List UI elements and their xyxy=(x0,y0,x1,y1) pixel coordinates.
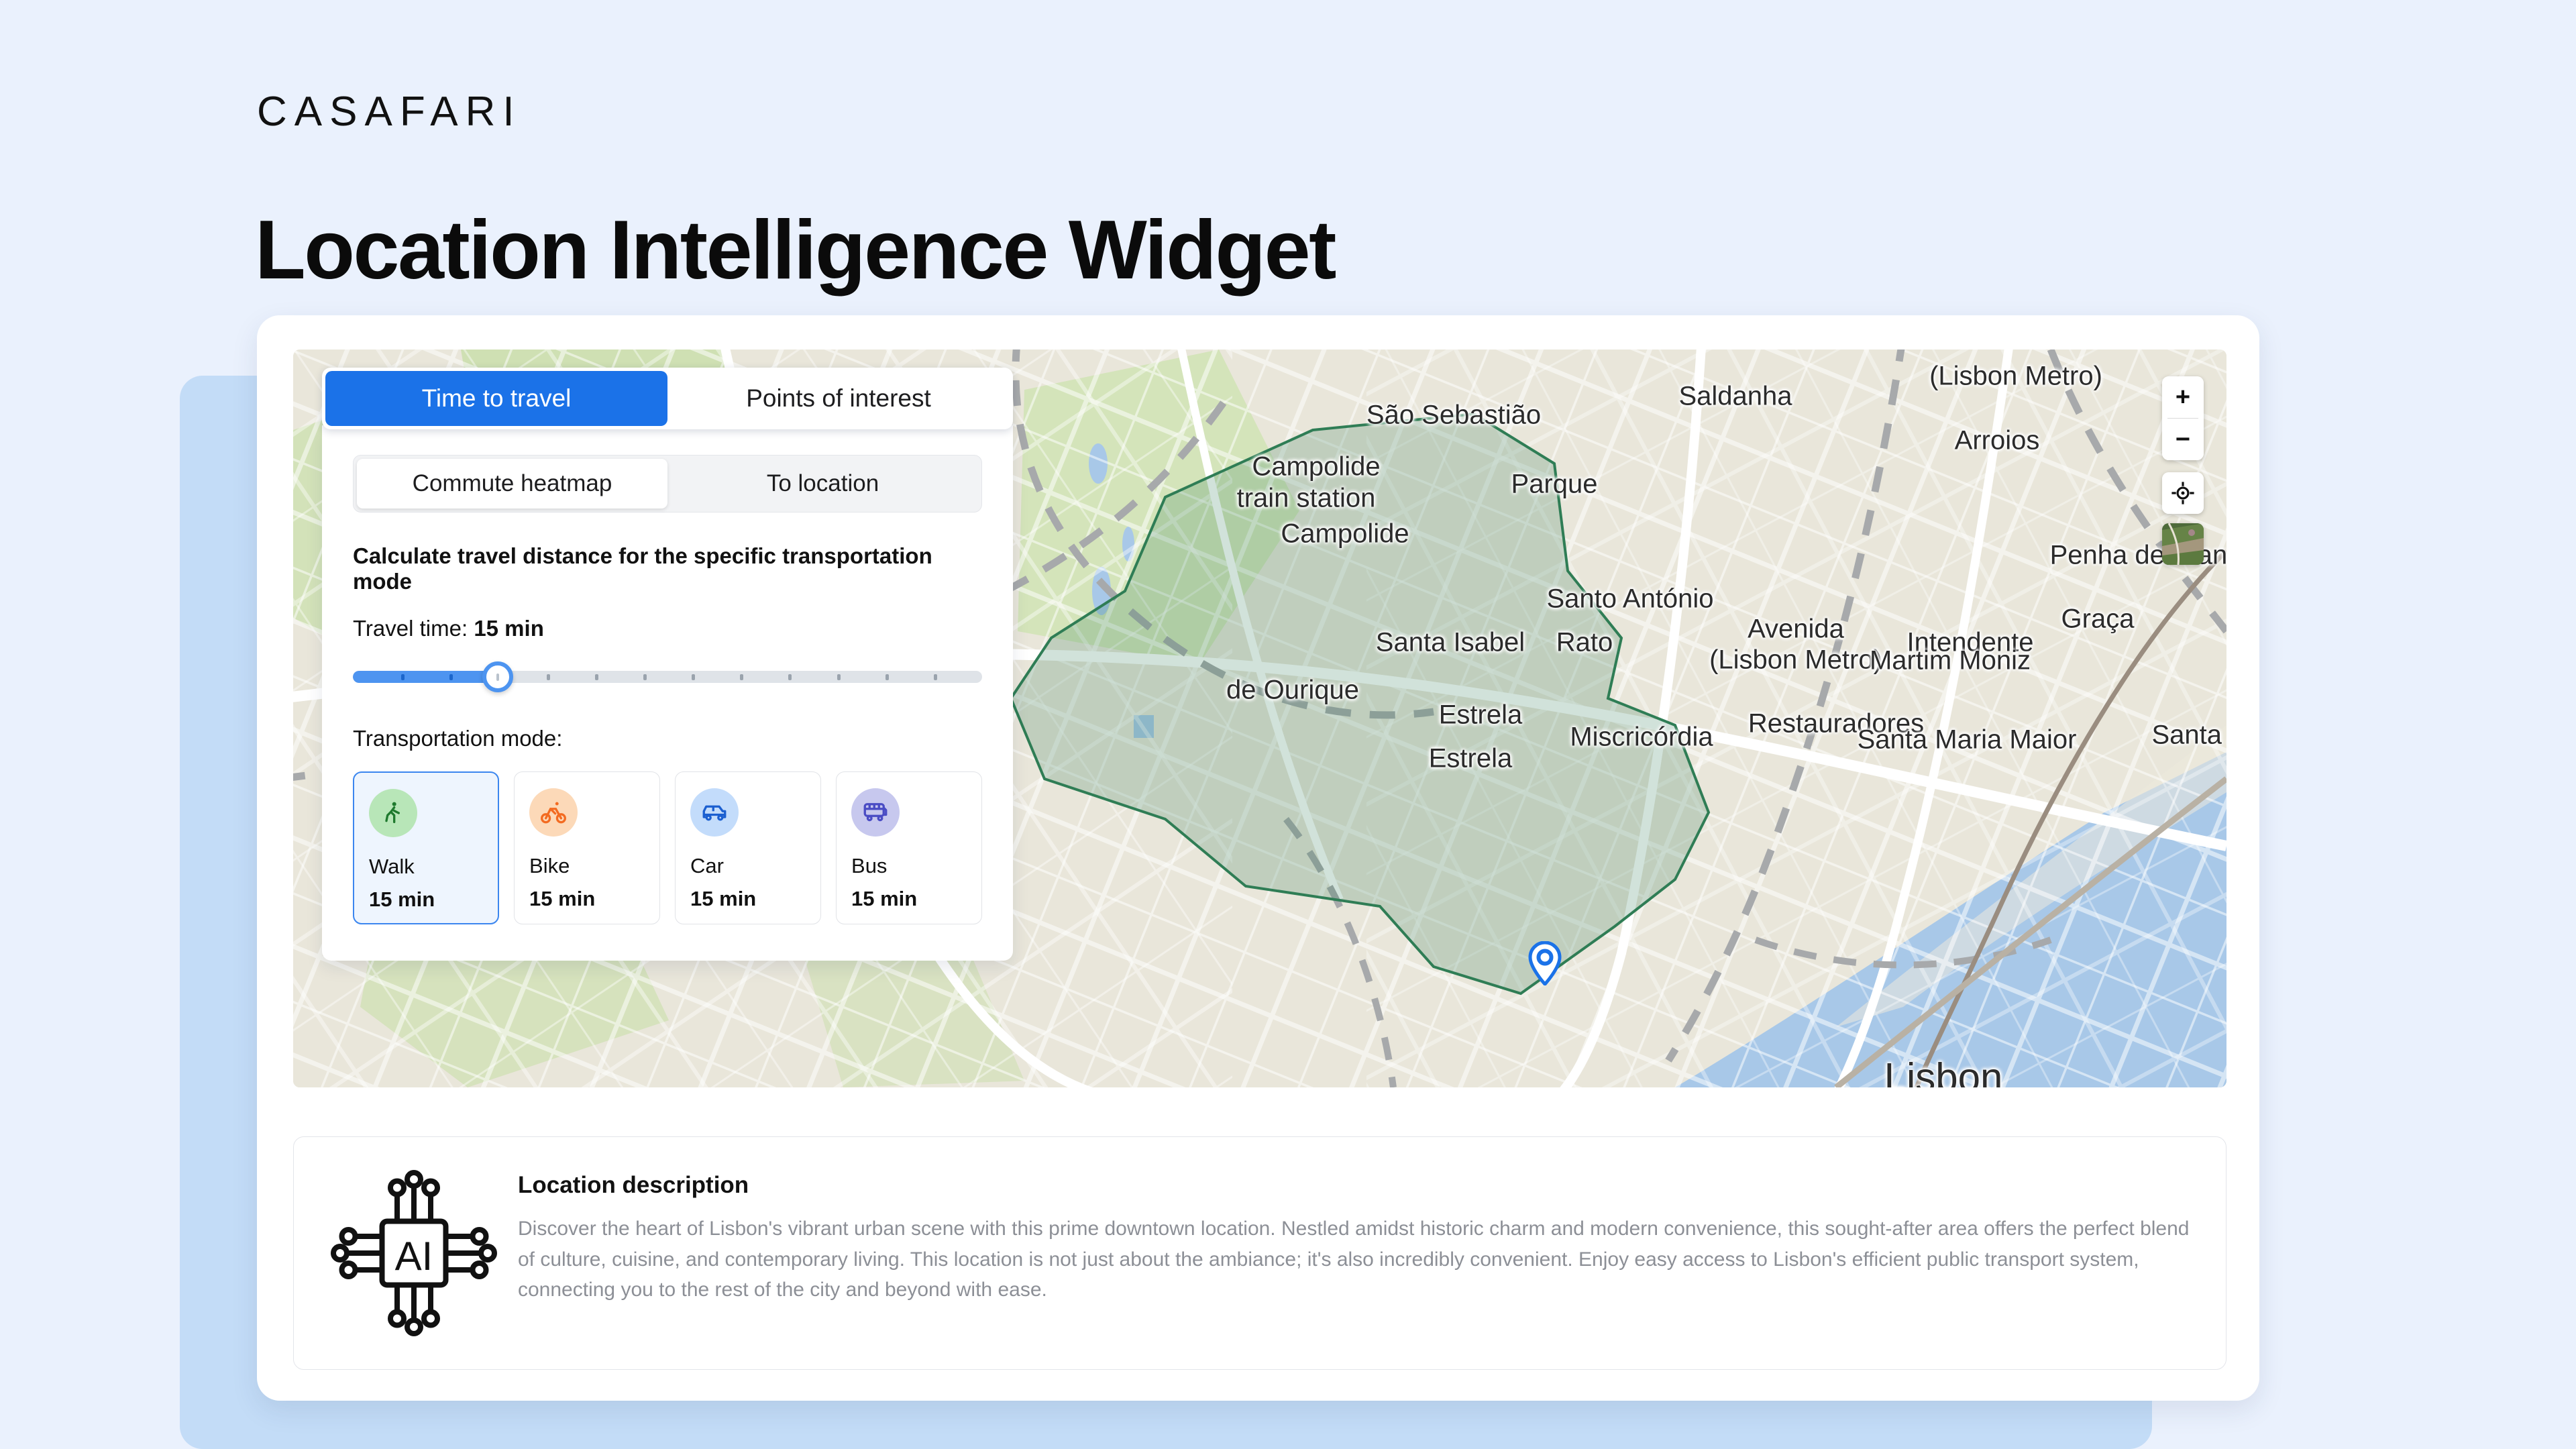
map-label: Campolide xyxy=(1281,519,1409,549)
transport-mode-walk[interactable]: Walk 15 min xyxy=(353,771,500,924)
map-label: Lisbon xyxy=(1884,1055,2003,1088)
slider-thumb[interactable] xyxy=(482,661,513,692)
locate-icon xyxy=(2162,472,2204,514)
transport-mode-time: 15 min xyxy=(690,887,757,910)
car-icon xyxy=(690,788,739,837)
transport-mode-time: 15 min xyxy=(529,887,596,910)
page-title: Location Intelligence Widget xyxy=(255,204,1336,297)
transport-mode-time: 15 min xyxy=(851,887,918,910)
zoom-in-button[interactable]: + xyxy=(2162,376,2204,418)
map-label: Santa Maria Maior xyxy=(1857,724,2077,755)
slider-tick xyxy=(546,674,550,680)
map-label: Estrela xyxy=(1438,700,1523,730)
description-text-column: Location description Discover the heart … xyxy=(504,1163,2196,1344)
map-label: São Sebastião xyxy=(1366,400,1542,430)
tab-points-of-interest[interactable]: Points of interest xyxy=(667,371,1010,426)
transport-mode-time: 15 min xyxy=(369,888,435,911)
description-body: Discover the heart of Lisbon's vibrant u… xyxy=(518,1218,2190,1301)
calculate-description: Calculate travel distance for the specif… xyxy=(353,543,932,594)
travel-time-readout: Travel time: 15 min xyxy=(353,616,982,641)
map-label: Saldanha xyxy=(1678,381,1792,411)
transport-mode-label: Transportation mode: xyxy=(353,726,563,751)
ai-chip-text: AI xyxy=(395,1234,433,1279)
map-controls: + − xyxy=(2162,376,2204,565)
bus-icon xyxy=(851,788,900,837)
satellite-view-button[interactable] xyxy=(2162,523,2204,565)
map-label: Miscricórdia xyxy=(1570,722,1713,752)
description-title: Location description xyxy=(518,1172,749,1198)
transport-mode-name: Bike xyxy=(529,854,570,877)
map-label: Santa Apolónia xyxy=(2151,720,2226,750)
transport-mode-name: Car xyxy=(690,854,724,877)
locate-me-button[interactable] xyxy=(2162,472,2204,514)
travel-time-value: 15 min xyxy=(474,616,544,641)
tab-bar: Time to travel Points of interest xyxy=(322,368,1013,429)
map-label: Arroios xyxy=(1954,425,2040,455)
slider-fill xyxy=(353,671,498,683)
slider-tick xyxy=(933,674,937,680)
slider-tick xyxy=(837,674,841,680)
slider-tick xyxy=(885,674,889,680)
zoom-control-group: + − xyxy=(2162,376,2204,460)
map-label: Avenida xyxy=(1748,614,1844,644)
map-label: de Ourique xyxy=(1226,675,1359,705)
transport-mode-name: Bus xyxy=(851,854,888,877)
map-label: Santo António xyxy=(1546,584,1714,614)
location-description-card: AI Location description Discover the hea… xyxy=(293,1136,2226,1370)
walk-icon xyxy=(369,789,417,837)
transport-mode-bus[interactable]: Bus 15 min xyxy=(836,771,982,924)
zoom-out-button[interactable]: − xyxy=(2162,419,2204,460)
subtab-commute-heatmap[interactable]: Commute heatmap xyxy=(357,459,667,508)
map-label: Estrela xyxy=(1428,743,1513,773)
map-label: Santa Isabel xyxy=(1375,627,1525,657)
slider-tick xyxy=(788,674,792,680)
panel-body: Commute heatmap To location Calculate tr… xyxy=(322,425,1013,961)
satellite-thumbnail-icon xyxy=(2162,523,2204,565)
bike-icon xyxy=(529,788,578,837)
slider-tick xyxy=(643,674,647,680)
map-label: train station xyxy=(1236,483,1376,513)
slider-tick xyxy=(401,674,405,680)
map-label: (Lisbon Metro) xyxy=(1709,645,1882,675)
map-label: Campolide xyxy=(1252,451,1381,482)
transport-mode-name: Walk xyxy=(369,855,415,878)
casafari-logo: CASAFARI xyxy=(257,89,522,135)
map-label: Martim Moniz xyxy=(1869,645,2031,676)
subtab-bar: Commute heatmap To location xyxy=(353,455,982,513)
ai-chip-icon: AI xyxy=(323,1163,504,1344)
subtab-to-location[interactable]: To location xyxy=(667,459,978,508)
slider-tick xyxy=(740,674,744,680)
transport-mode-bike[interactable]: Bike 15 min xyxy=(514,771,661,924)
tab-time-to-travel[interactable]: Time to travel xyxy=(325,371,667,426)
map-label: Graça xyxy=(2061,604,2135,634)
slider-tick xyxy=(449,674,453,680)
map-label: Parque xyxy=(1511,469,1598,499)
map-label: Rato xyxy=(1556,627,1613,657)
transport-mode-car[interactable]: Car 15 min xyxy=(675,771,822,924)
slider-tick xyxy=(594,674,598,680)
travel-time-label: Travel time: xyxy=(353,616,468,641)
travel-time-slider[interactable] xyxy=(353,661,982,692)
transport-mode-grid: Walk 15 min Bike 15 min Car 15 min Bus 15 min xyxy=(353,771,982,924)
location-pin-icon[interactable] xyxy=(1527,941,1562,985)
map-label: (Lisbon Metro) xyxy=(1929,361,2102,391)
slider-tick xyxy=(692,674,696,680)
time-to-travel-panel: Time to travel Points of interest Commut… xyxy=(322,368,1013,961)
